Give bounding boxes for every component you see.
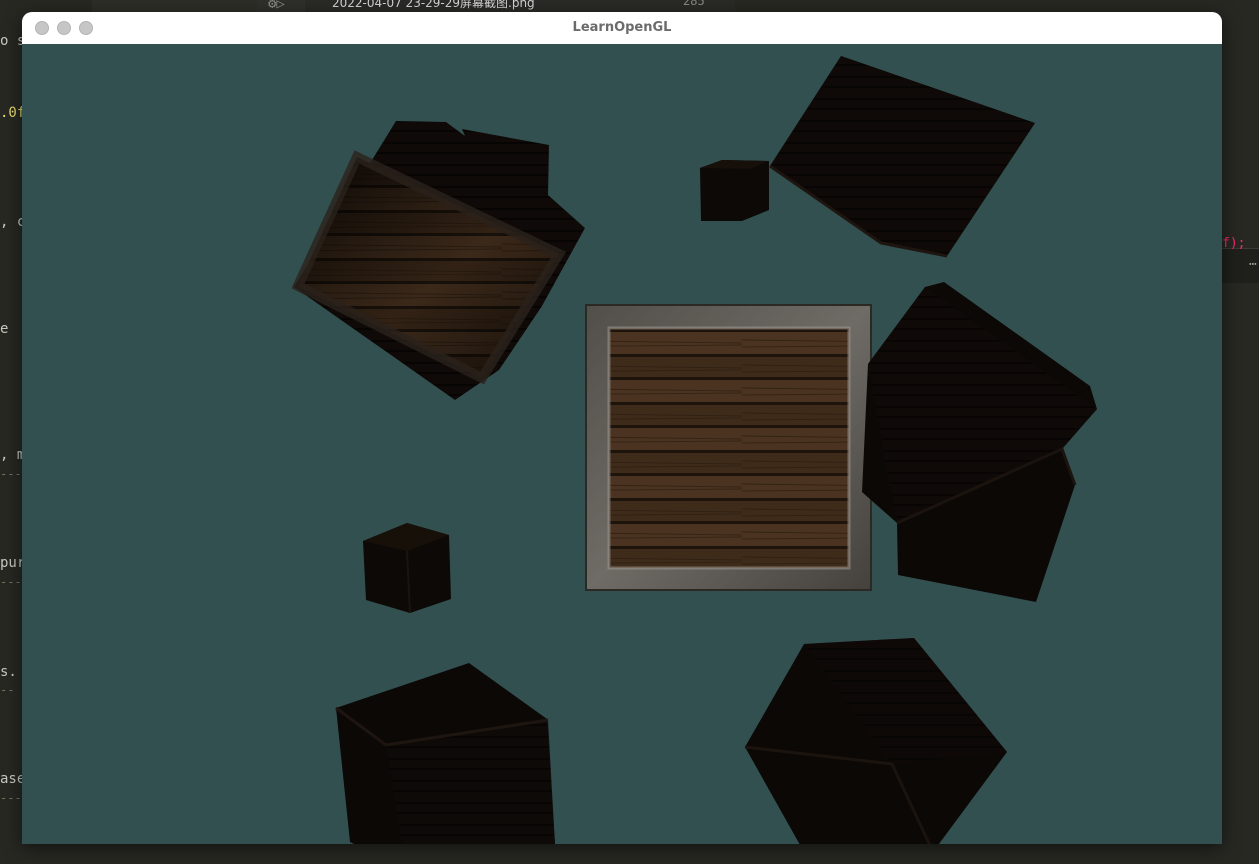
- window-titlebar[interactable]: LearnOpenGL: [22, 12, 1222, 45]
- line-number: 285: [683, 0, 705, 8]
- code-dash: --: [0, 683, 15, 697]
- crate-small-left: [363, 523, 451, 614]
- tab-filename[interactable]: 2022-04-07 23-29-29屏幕截图.png: [332, 0, 535, 11]
- opengl-viewport[interactable]: [22, 44, 1222, 844]
- editor-right-pane: [1222, 0, 1259, 864]
- crate-bottom-right: [744, 638, 1007, 844]
- crate-small-top: [700, 160, 769, 221]
- crate-right-middle: [862, 282, 1097, 602]
- code-fragment: s.: [0, 664, 17, 680]
- code-dash: ---: [0, 467, 22, 481]
- crate-top-right: [769, 56, 1035, 258]
- code-fragment: e: [0, 321, 9, 337]
- crate-top-left: [291, 121, 585, 400]
- code-fragment-right: f);: [1222, 236, 1246, 251]
- window-title: LearnOpenGL: [572, 20, 672, 35]
- crate-bottom-left: [335, 663, 555, 844]
- code-dash: ---: [0, 575, 22, 589]
- more-icon[interactable]: ⋯: [1249, 257, 1257, 272]
- editor-bottom-area: [0, 843, 1259, 864]
- code-dash: ---: [0, 791, 22, 805]
- learnopengl-window[interactable]: LearnOpenGL: [22, 12, 1222, 844]
- crate-center-lit: [585, 304, 872, 591]
- run-debug-icon[interactable]: ⚙▷: [268, 0, 285, 12]
- scene-canvas: [291, 56, 1097, 844]
